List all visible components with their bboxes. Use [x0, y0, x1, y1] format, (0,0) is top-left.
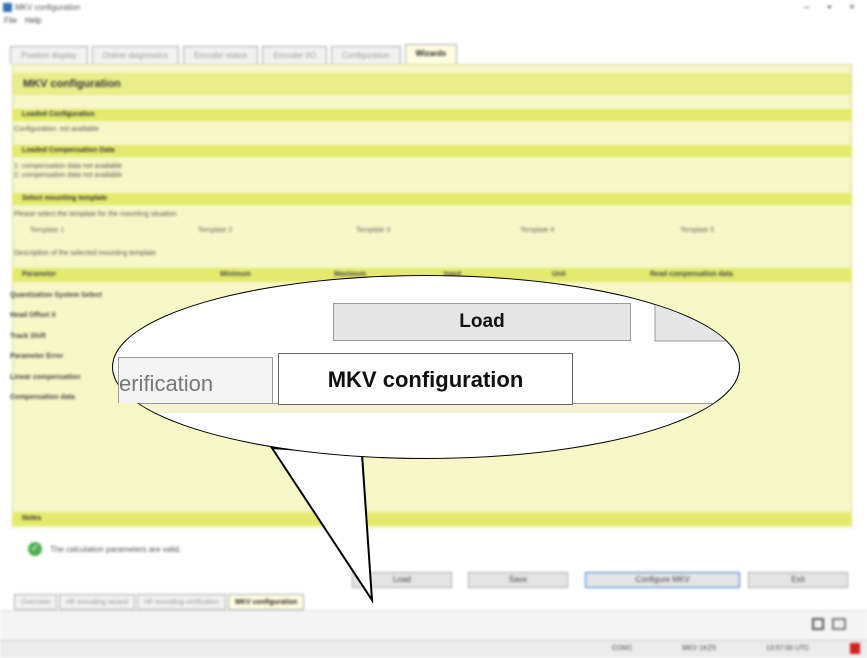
zoom-tab-verification[interactable]: erification: [118, 357, 273, 403]
zoom-load-button[interactable]: Load: [333, 303, 631, 341]
screen: MKV configuration – ▪ × File Help Positi…: [0, 0, 867, 658]
zoom-tab-mkv-configuration[interactable]: MKV configuration: [278, 353, 573, 405]
zoom-callout: Load erification MKV configuration: [0, 0, 867, 658]
